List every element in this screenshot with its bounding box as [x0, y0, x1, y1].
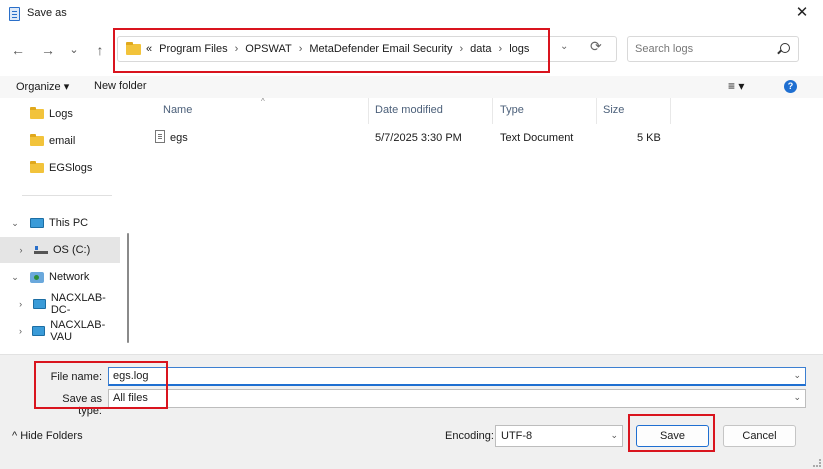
chevron-right-icon[interactable]: › — [16, 245, 26, 255]
filename-field[interactable]: egs.log ⌄ — [108, 367, 806, 386]
organize-button[interactable]: Organize ▾ — [16, 80, 69, 93]
command-toolbar: Organize ▾ New folder ≡ ▾ ? — [0, 76, 823, 98]
sidebar-item-egslogs[interactable]: EGSlogs — [0, 155, 120, 181]
new-folder-button[interactable]: New folder — [94, 80, 147, 92]
column-header-date[interactable]: Date modified — [375, 104, 443, 116]
chevron-right-icon[interactable]: › — [16, 299, 25, 309]
folder-icon — [30, 134, 44, 146]
chevron-down-icon[interactable]: ⌄ — [10, 272, 20, 283]
chevron-down-icon[interactable]: ⌄ — [610, 430, 618, 441]
drive-icon — [34, 246, 48, 254]
column-header-type[interactable]: Type — [500, 104, 524, 116]
sidebar-item-label: Network — [49, 271, 90, 283]
table-row[interactable]: egs 5/7/2025 3:30 PM Text Document 5 KB — [147, 128, 667, 150]
network-icon — [30, 271, 44, 283]
folder-icon — [30, 161, 44, 173]
sidebar-item-label: Logs — [49, 108, 73, 120]
help-icon[interactable]: ? — [784, 80, 797, 93]
address-dropdown-icon[interactable]: ⌄ — [560, 41, 568, 52]
sidebar-item-label: OS (C:) — [53, 244, 91, 256]
sidebar-item-os-drive[interactable]: › OS (C:) — [0, 237, 120, 263]
view-options-icon[interactable]: ≡ ▾ — [728, 79, 744, 93]
encoding-value: UTF-8 — [501, 430, 533, 442]
sidebar-item-network-host[interactable]: › NACXLAB-VAU — [0, 318, 120, 344]
back-arrow-icon[interactable]: ← — [8, 40, 28, 60]
encoding-select[interactable]: UTF-8 ⌄ — [495, 425, 623, 447]
computer-icon — [32, 299, 46, 309]
annotation-highlight-save — [628, 414, 715, 452]
notepad-icon — [9, 7, 20, 21]
column-header-name[interactable]: Name — [163, 104, 192, 116]
title-bar: Save as ✕ — [0, 0, 823, 28]
chevron-down-icon[interactable]: ⌄ — [793, 392, 801, 403]
computer-icon — [30, 218, 44, 228]
cancel-button[interactable]: Cancel — [723, 425, 796, 447]
sidebar-item-label: EGSlogs — [49, 162, 93, 174]
sidebar-item-logs[interactable]: Logs — [0, 101, 120, 127]
folder-icon — [30, 107, 44, 119]
chevron-right-icon[interactable]: › — [16, 326, 25, 336]
up-arrow-icon[interactable]: ↑ — [90, 40, 110, 60]
navigation-pane: Logs email EGSlogs ⌄ This PC › OS (C:) ⌄… — [0, 98, 135, 354]
file-list: Name ^ Date modified Type Size egs 5/7/2… — [135, 97, 823, 354]
sidebar-item-label: NACXLAB-VAU — [50, 319, 106, 343]
column-header-size[interactable]: Size — [603, 104, 624, 116]
close-button[interactable]: ✕ — [791, 3, 813, 23]
file-type: Text Document — [500, 132, 574, 144]
file-date: 5/7/2025 3:30 PM — [375, 132, 462, 144]
column-divider[interactable] — [670, 98, 671, 124]
hide-folders-button[interactable]: ^ Hide Folders — [12, 430, 83, 442]
resize-grip[interactable] — [813, 459, 821, 467]
file-name: egs — [170, 132, 188, 144]
annotation-highlight-filename — [34, 361, 168, 409]
sidebar-item-label: NACXLAB-DC- — [50, 292, 106, 316]
search-icon[interactable] — [780, 43, 790, 53]
sidebar-item-this-pc[interactable]: ⌄ This PC — [0, 210, 120, 236]
file-size: 5 KB — [637, 132, 661, 144]
column-divider[interactable] — [368, 98, 369, 124]
sidebar-item-label: email — [49, 135, 76, 147]
recent-locations-chevron-icon[interactable]: ⌄ — [64, 40, 84, 60]
sort-up-icon: ^ — [261, 97, 265, 106]
window-title: Save as — [27, 7, 67, 19]
annotation-highlight-address — [113, 28, 550, 73]
column-divider[interactable] — [492, 98, 493, 124]
sidebar-item-network[interactable]: ⌄ Network — [0, 264, 120, 290]
search-input[interactable]: Search logs — [627, 36, 799, 62]
forward-arrow-icon[interactable]: → — [38, 40, 58, 60]
sidebar-item-network-host[interactable]: › NACXLAB-DC- — [0, 291, 120, 317]
computer-icon — [32, 326, 46, 336]
chevron-down-icon[interactable]: ⌄ — [793, 370, 801, 381]
encoding-label: Encoding: — [445, 430, 494, 442]
sidebar-item-email[interactable]: email — [0, 128, 120, 154]
sidebar-divider — [22, 195, 112, 196]
sidebar-scrollbar[interactable] — [127, 233, 129, 343]
savetype-select[interactable]: All files ⌄ — [108, 389, 806, 408]
refresh-icon[interactable]: ⟳ — [590, 38, 602, 55]
chevron-down-icon[interactable]: ⌄ — [10, 218, 20, 229]
sidebar-item-label: This PC — [49, 217, 89, 229]
column-divider[interactable] — [596, 98, 597, 124]
search-placeholder: Search logs — [635, 43, 694, 55]
text-document-icon — [155, 130, 165, 143]
